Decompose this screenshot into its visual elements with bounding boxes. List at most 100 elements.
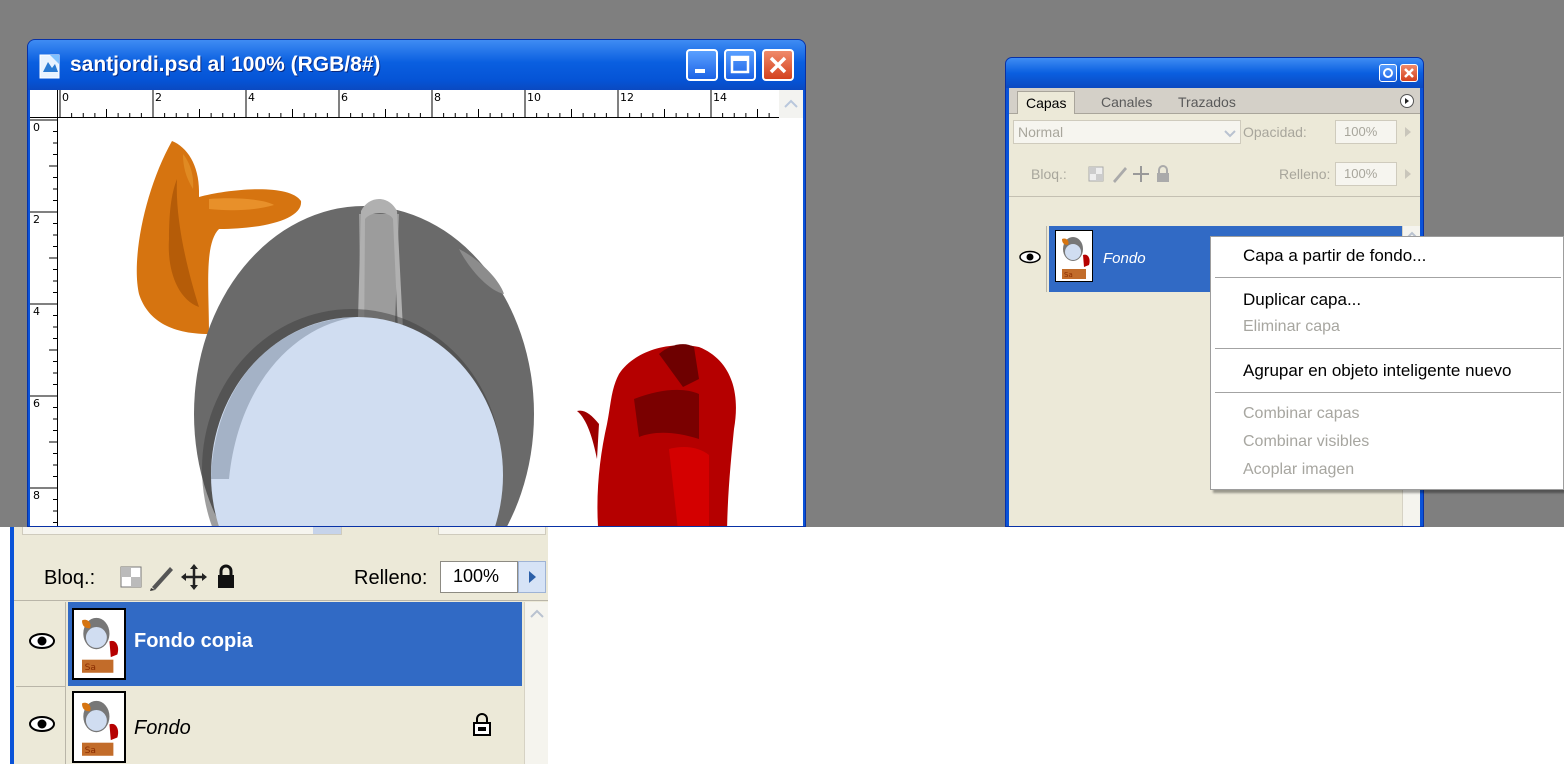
- move-icon: [1133, 166, 1149, 182]
- ruler-h-label: 6: [341, 91, 348, 104]
- close-button[interactable]: [762, 49, 794, 81]
- blend-mode-value: Normal: [1018, 124, 1064, 140]
- layer-row-fondo[interactable]: Sa Fondo: [68, 687, 522, 764]
- fill-field[interactable]: 100%: [1335, 162, 1397, 186]
- ruler-h-label: 14: [713, 91, 727, 104]
- panel-menu-icon[interactable]: [1399, 93, 1415, 109]
- eye-icon: [1019, 250, 1041, 264]
- ruler-h-label: 2: [155, 91, 162, 104]
- maximize-button[interactable]: [724, 49, 756, 81]
- horizontal-ruler[interactable]: 0 2 4 6 8 10 12 14: [30, 90, 803, 118]
- scroll-up-icon: [784, 99, 798, 108]
- svg-text:Sa: Sa: [1064, 271, 1073, 279]
- maximize-icon: [730, 55, 750, 74]
- transparency-lock-icon: [120, 566, 142, 588]
- horizontal-ruler-ticks: [59, 90, 770, 118]
- blend-mode-select[interactable]: Normal: [1013, 120, 1241, 144]
- layers-scrollbar[interactable]: [524, 602, 548, 764]
- lock-label: Bloq.:: [1031, 166, 1067, 182]
- layer-name[interactable]: Fondo: [134, 717, 191, 740]
- panel-tabs: Capas Canales Trazados: [1009, 88, 1420, 114]
- layers-panel-zoomed: Bloq.: Relleno: 100% Sa Fondo copia Sa F…: [10, 527, 548, 764]
- opacity-label: Opacidad:: [1243, 124, 1307, 140]
- blend-mode-select[interactable]: [22, 527, 342, 535]
- menu-item-duplicar-capa[interactable]: Duplicar capa...: [1243, 290, 1361, 310]
- minimize-icon: [1383, 68, 1393, 78]
- tab-canales[interactable]: Canales: [1093, 91, 1160, 114]
- close-icon: [769, 56, 787, 74]
- document-title: santjordi.psd al 100% (RGB/8#): [70, 53, 381, 76]
- document-client: 0 2 4 6 8 10 12 14 0 2 4 6 8: [30, 90, 803, 527]
- lock-icon: [1157, 165, 1169, 182]
- divider: [1009, 196, 1420, 197]
- layer-context-menu: Capa a partir de fondo... Duplicar capa.…: [1210, 236, 1564, 490]
- panel-border: [10, 527, 14, 764]
- arrow-right-icon: [529, 571, 536, 583]
- layer-visibility-toggle[interactable]: [1013, 226, 1047, 292]
- document-window: santjordi.psd al 100% (RGB/8#) 0 2 4 6 8…: [27, 39, 806, 527]
- visibility-column: [16, 602, 66, 764]
- vertical-ruler-ticks: [30, 119, 58, 523]
- layer-thumbnail: Sa: [1055, 230, 1093, 282]
- scroll-up-icon: [530, 609, 544, 618]
- vertical-ruler[interactable]: 0 2 4 6 8: [30, 118, 58, 526]
- panel-minimize-button[interactable]: [1379, 64, 1397, 82]
- arrow-right-icon[interactable]: [1399, 164, 1417, 184]
- menu-item-eliminar-capa: Eliminar capa: [1243, 318, 1340, 335]
- ruler-v-label: 8: [33, 489, 40, 502]
- ruler-origin[interactable]: [30, 90, 58, 118]
- lock-icons: [120, 564, 234, 591]
- fill-field[interactable]: 100%: [440, 561, 518, 593]
- menu-item-combinar-visibles: Combinar visibles: [1243, 433, 1370, 450]
- menu-separator: [1215, 277, 1561, 278]
- minimize-icon: [695, 69, 705, 73]
- opacity-field[interactable]: [438, 527, 546, 535]
- layer-name[interactable]: Fondo copia: [134, 630, 253, 653]
- menu-item-agrupar-en-objeto-inteligente[interactable]: Agrupar en objeto inteligente nuevo: [1243, 361, 1511, 381]
- menu-item-capa-a-partir-de-fondo[interactable]: Capa a partir de fondo...: [1243, 246, 1426, 266]
- opacity-field[interactable]: 100%: [1335, 120, 1397, 144]
- brush-icon: [150, 567, 173, 591]
- ruler-h-label: 12: [620, 91, 634, 104]
- divider: [16, 686, 66, 687]
- chevron-down-icon: [1224, 130, 1236, 138]
- layer-name[interactable]: Fondo: [1103, 250, 1146, 267]
- svg-text:Sa: Sa: [85, 663, 96, 673]
- layers-panel-title-bar[interactable]: [1006, 58, 1423, 88]
- fill-value: 100%: [453, 566, 500, 586]
- move-icon: [181, 564, 207, 590]
- arrow-right-icon[interactable]: [1399, 122, 1417, 142]
- ruler-v-label: 6: [33, 397, 40, 410]
- tab-capas[interactable]: Capas: [1017, 91, 1076, 114]
- panel-close-button[interactable]: [1400, 64, 1418, 82]
- document-title-bar[interactable]: santjordi.psd al 100% (RGB/8#): [28, 40, 805, 90]
- artwork-canvas[interactable]: [59, 119, 803, 527]
- divider: [14, 600, 548, 601]
- menu-separator: [1215, 392, 1561, 393]
- layer-row-fondo-copia[interactable]: Sa Fondo copia: [68, 602, 522, 686]
- lock-icon: [473, 713, 491, 736]
- ruler-h-label: 4: [248, 91, 255, 104]
- menu-item-combinar-capas: Combinar capas: [1243, 405, 1360, 422]
- ruler-h-label: 0: [62, 91, 69, 104]
- fill-slider-button[interactable]: [518, 561, 546, 593]
- document-icon: [39, 54, 60, 79]
- eye-icon[interactable]: [28, 715, 56, 733]
- lock-icons: [1088, 165, 1169, 183]
- lock-label: Bloq.:: [44, 567, 96, 589]
- fill-label: Relleno:: [354, 567, 428, 589]
- ruler-h-label: 10: [527, 91, 541, 104]
- scroll-up-button[interactable]: [779, 90, 803, 118]
- fill-label: Relleno:: [1279, 166, 1331, 182]
- ruler-v-label: 2: [33, 213, 40, 226]
- opacity-value: 100%: [1344, 124, 1378, 139]
- brush-icon: [1113, 167, 1127, 183]
- svg-text:Sa: Sa: [85, 746, 96, 756]
- ruler-v-label: 4: [33, 305, 40, 318]
- magnifier: [194, 199, 534, 526]
- tab-trazados[interactable]: Trazados: [1170, 91, 1244, 114]
- transparency-lock-icon: [1088, 166, 1104, 182]
- eye-icon[interactable]: [28, 632, 56, 650]
- ruler-v-label: 0: [33, 121, 40, 134]
- minimize-button[interactable]: [686, 49, 718, 81]
